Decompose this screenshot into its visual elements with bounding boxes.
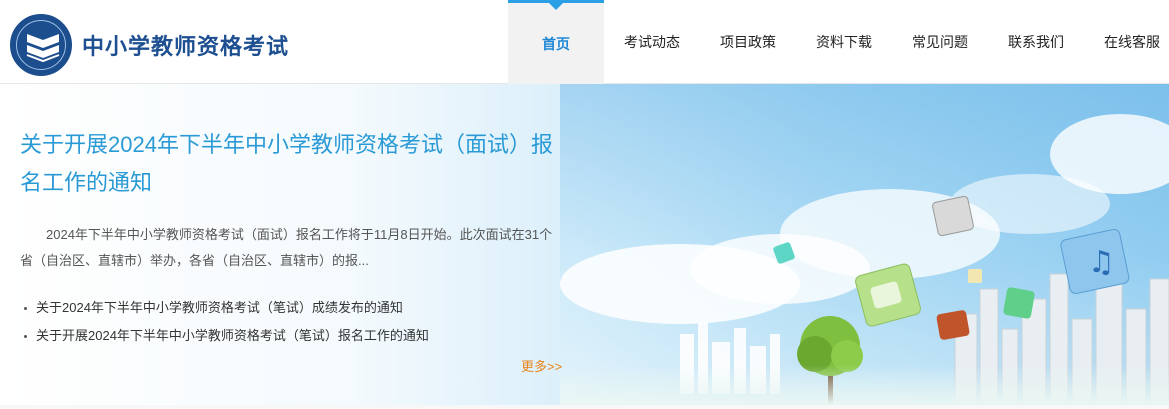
nav-item-label: 项目政策 [720, 34, 776, 50]
nav-item-policy[interactable]: 项目政策 [700, 0, 796, 84]
site-title: 中小学教师资格考试 [82, 34, 290, 59]
more-link[interactable]: 更多>> [521, 356, 562, 375]
nav-item-label: 联系我们 [1008, 34, 1064, 50]
list-item[interactable]: 关于开展2024年下半年中小学教师资格考试（笔试）报名工作的通知 [20, 322, 565, 350]
book-shield-icon [10, 14, 72, 76]
news-link[interactable]: 关于2024年下半年中小学教师资格考试（笔试）成绩发布的通知 [36, 300, 403, 315]
nav-item-faq[interactable]: 常见问题 [892, 0, 988, 84]
main-nav: 首页 考试动态 项目政策 资料下载 常见问题 联系我们 在线客服 [508, 0, 1169, 84]
active-caret-icon [549, 3, 563, 10]
headline-summary: 2024年下半年中小学教师资格考试（面试）报名工作将于11月8日开始。此次面试在… [20, 227, 553, 268]
site-header: 中小学教师资格考试 首页 考试动态 项目政策 资料下载 常见问题 联系我们 在线… [0, 0, 1169, 84]
bullet-icon [24, 335, 27, 338]
nav-item-label: 在线客服 [1104, 34, 1160, 50]
nav-item-label: 资料下载 [816, 34, 872, 50]
nav-item-label: 考试动态 [624, 34, 680, 50]
svg-text:♫: ♫ [1088, 245, 1115, 280]
nav-item-label: 首页 [542, 35, 570, 52]
headline-link[interactable]: 关于开展2024年下半年中小学教师资格考试（面试）报名工作的通知 [20, 126, 560, 202]
nav-item-contact[interactable]: 联系我们 [988, 0, 1084, 84]
list-item[interactable]: 关于2024年下半年中小学教师资格考试（笔试）成绩发布的通知 [20, 294, 565, 322]
nav-item-downloads[interactable]: 资料下载 [796, 0, 892, 84]
logo[interactable]: 中小学教师资格考试 [10, 14, 289, 76]
news-list: 关于2024年下半年中小学教师资格考试（笔试）成绩发布的通知 关于开展2024年… [20, 294, 565, 350]
nav-item-exam-news[interactable]: 考试动态 [604, 0, 700, 84]
nav-item-label: 常见问题 [912, 34, 968, 50]
nav-item-online-service[interactable]: 在线客服 [1084, 0, 1169, 84]
city-illustration: ♫ [560, 114, 1169, 405]
nav-item-home[interactable]: 首页 [508, 0, 604, 84]
bullet-icon [24, 307, 27, 310]
hero-banner: ♫ 关于开展2024年下半年中小学教师资格考试（面试）报名工作的通知 2024年… [0, 84, 1169, 405]
news-link[interactable]: 关于开展2024年下半年中小学教师资格考试（笔试）报名工作的通知 [36, 328, 429, 343]
